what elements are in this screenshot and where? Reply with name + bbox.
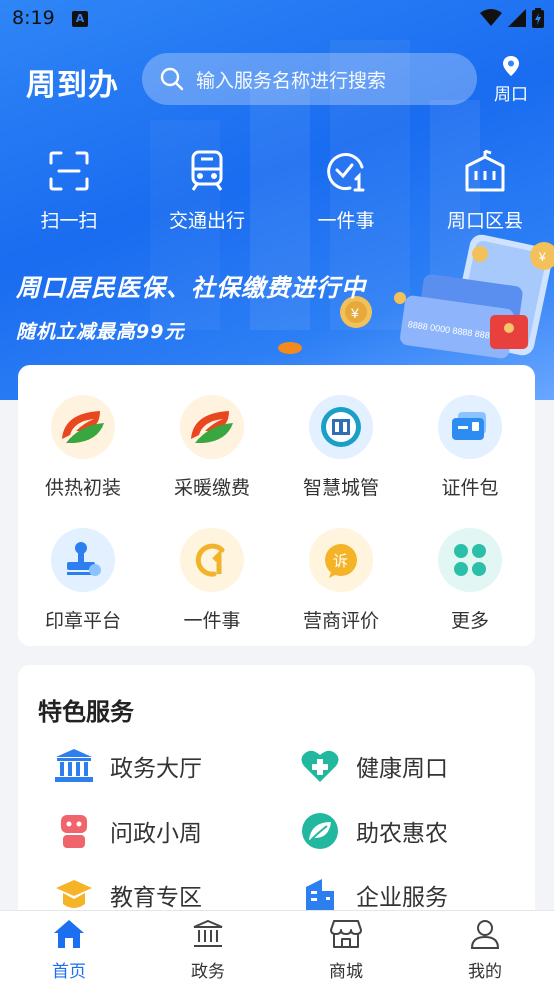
- profile-icon: [470, 920, 500, 949]
- nav-label: 政务: [191, 962, 225, 982]
- office-icon: [300, 875, 340, 915]
- featured-item-enterprise[interactable]: 企业服务: [300, 875, 448, 915]
- featured-item-farm[interactable]: 助农惠农: [300, 811, 448, 851]
- quick-action-scan[interactable]: 扫一扫: [9, 148, 129, 233]
- location-label: 周口: [494, 85, 528, 105]
- status-icons: [480, 8, 544, 28]
- nav-profile[interactable]: 我的: [440, 917, 530, 982]
- wifi-icon: [480, 9, 502, 26]
- quick-action-label: 一件事: [317, 210, 375, 232]
- featured-title: 特色服务: [38, 698, 134, 726]
- svg-text:¥: ¥: [538, 250, 546, 264]
- featured-label: 政务大厅: [110, 756, 202, 782]
- quick-action-districts[interactable]: 周口区县: [425, 148, 545, 233]
- svg-text:¥: ¥: [350, 305, 359, 321]
- government-icon: [193, 919, 223, 947]
- health-icon: [300, 746, 340, 786]
- banner-title[interactable]: 周口居民医保、社保缴费进行中: [16, 268, 366, 303]
- hero-header: 8888 0000 8888 888 ¥ ¥ 8:19 A 周到办 输入服务名称…: [0, 0, 554, 400]
- service-label: 营商评价: [302, 610, 379, 632]
- check-one-icon: [327, 153, 365, 192]
- service-label: 智慧城管: [302, 477, 379, 499]
- train-icon: [191, 150, 223, 191]
- featured-label: 问政小周: [110, 821, 202, 847]
- notification-app-icon: A: [72, 11, 88, 27]
- app-title: 周到办: [26, 68, 119, 103]
- nav-government[interactable]: 政务: [163, 917, 253, 982]
- complaint-icon: 诉: [309, 528, 373, 592]
- scan-icon: [49, 151, 89, 191]
- featured-item-education[interactable]: 教育专区: [54, 875, 202, 915]
- featured-item-robot[interactable]: 问政小周: [54, 811, 202, 851]
- shop-icon: [330, 920, 362, 948]
- id-card-icon: [438, 395, 502, 459]
- quick-action-one-thing[interactable]: 一件事: [286, 148, 406, 233]
- service-one-thing[interactable]: 一件事: [157, 528, 267, 633]
- location-pin-icon: [503, 56, 519, 76]
- service-heating-payment[interactable]: 采暖缴费: [157, 395, 267, 500]
- banner-subtitle[interactable]: 随机立减最高99元: [16, 317, 184, 344]
- service-grid-card: 供热初装 采暖缴费 智慧城管 证件包 印章平台 一件事 诉 营商评价 更多: [18, 365, 535, 646]
- one-thing-icon: [180, 528, 244, 592]
- status-bar: 8:19 A: [0, 0, 554, 40]
- quick-action-label: 交通出行: [168, 210, 245, 232]
- featured-item-health[interactable]: 健康周口: [300, 746, 448, 786]
- featured-item-hall[interactable]: 政务大厅: [54, 746, 202, 786]
- service-label: 一件事: [183, 610, 241, 632]
- nav-home[interactable]: 首页: [24, 917, 114, 982]
- nav-label: 我的: [468, 962, 502, 982]
- service-id-wallet[interactable]: 证件包: [415, 395, 525, 500]
- farm-leaf-icon: [300, 811, 340, 851]
- nav-label: 商城: [329, 962, 363, 982]
- service-label: 证件包: [441, 477, 499, 499]
- stamp-icon: [51, 528, 115, 592]
- bottom-navigation: 首页 政务 商城 我的: [0, 910, 554, 984]
- featured-label: 企业服务: [356, 885, 448, 911]
- search-bar[interactable]: 输入服务名称进行搜索: [142, 53, 477, 105]
- quick-action-label: 周口区县: [446, 210, 523, 232]
- graduation-icon: [54, 875, 94, 915]
- city-badge-icon: [309, 395, 373, 459]
- service-smart-city[interactable]: 智慧城管: [286, 395, 396, 500]
- svg-text:诉: 诉: [333, 552, 348, 570]
- signal-icon: [508, 9, 526, 27]
- more-grid-icon: [438, 528, 502, 592]
- service-label: 供热初装: [44, 477, 121, 499]
- quick-action-label: 扫一扫: [40, 210, 98, 232]
- nav-label: 首页: [52, 962, 86, 982]
- building-icon: [465, 149, 505, 192]
- search-placeholder: 输入服务名称进行搜索: [196, 69, 387, 92]
- service-heating-install[interactable]: 供热初装: [28, 395, 138, 500]
- location-selector[interactable]: 周口: [488, 56, 534, 105]
- service-business-review[interactable]: 诉 营商评价: [286, 528, 396, 633]
- service-label: 更多: [450, 610, 489, 632]
- robot-icon: [54, 811, 94, 851]
- battery-icon: [532, 8, 544, 28]
- featured-label: 健康周口: [356, 756, 448, 782]
- home-icon: [54, 920, 84, 948]
- service-label: 采暖缴费: [173, 477, 250, 499]
- service-label: 印章平台: [44, 610, 121, 632]
- service-more[interactable]: 更多: [415, 528, 525, 633]
- status-time: 8:19: [12, 7, 55, 29]
- nav-mall[interactable]: 商城: [301, 917, 391, 982]
- leaf-logo-icon: [51, 395, 115, 459]
- featured-label: 教育专区: [110, 885, 202, 911]
- search-icon: [160, 67, 184, 91]
- quick-action-transport[interactable]: 交通出行: [147, 148, 267, 233]
- hall-icon: [54, 746, 94, 786]
- service-seal-platform[interactable]: 印章平台: [28, 528, 138, 633]
- featured-label: 助农惠农: [356, 821, 448, 847]
- leaf-logo-icon: [180, 395, 244, 459]
